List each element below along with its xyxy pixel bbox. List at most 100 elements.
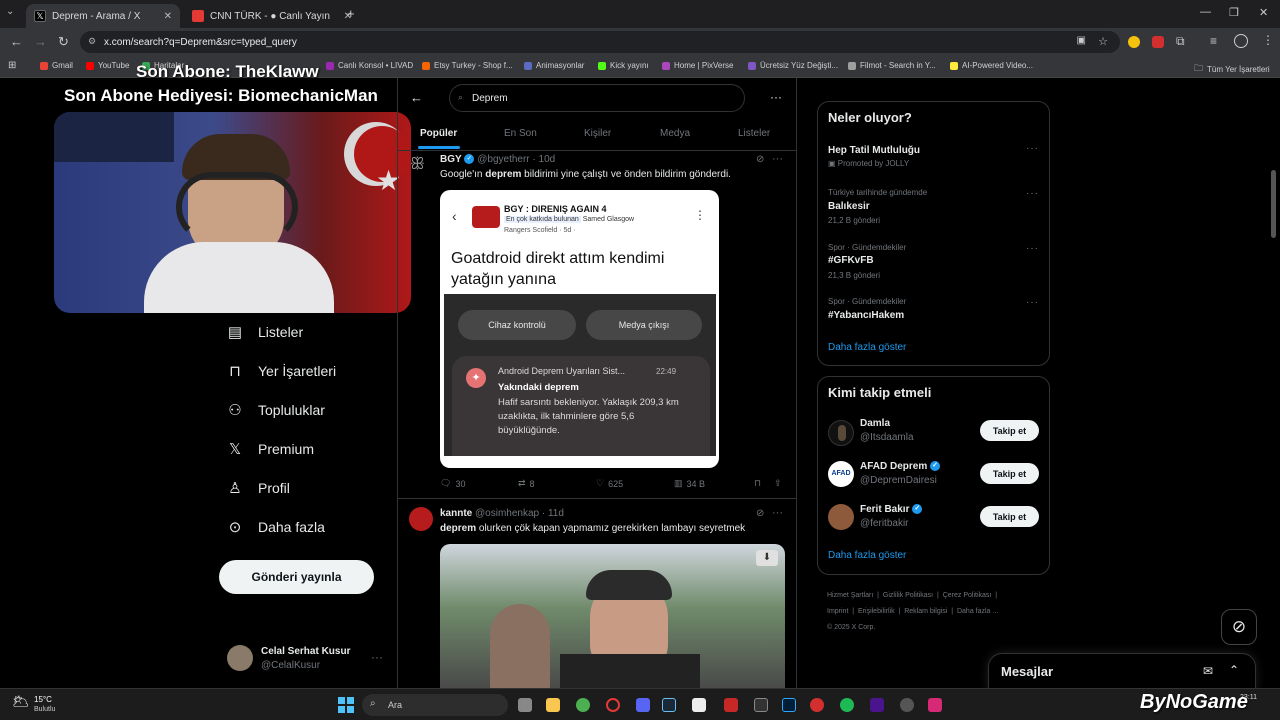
- tweet-handle[interactable]: @osimhenkap: [475, 508, 539, 519]
- file-explorer-icon[interactable]: [546, 698, 560, 712]
- nav-bookmarks[interactable]: ⊓ Yer İşaretleri: [226, 362, 336, 380]
- bookmark-gmail[interactable]: Gmail: [40, 61, 73, 70]
- tweet-time[interactable]: · 10d: [532, 154, 555, 165]
- trend-item[interactable]: #GFKvFB: [828, 255, 874, 266]
- nav-communities[interactable]: ⚇ Topluluklar: [226, 401, 325, 419]
- tweet-more-icon[interactable]: ···: [772, 153, 783, 165]
- task-view-icon[interactable]: [518, 698, 532, 712]
- trend-more-icon[interactable]: ···: [1026, 188, 1039, 199]
- bookmark-youtube[interactable]: YouTube: [86, 61, 129, 70]
- opera-icon[interactable]: [606, 698, 620, 712]
- tab-search-icon[interactable]: ⌄: [6, 6, 14, 17]
- obs-icon[interactable]: [900, 698, 914, 712]
- follow-show-more[interactable]: Daha fazla göster: [828, 550, 906, 561]
- share-button[interactable]: ⇪: [774, 478, 782, 489]
- menu-icon[interactable]: ⋮: [1262, 33, 1274, 47]
- tweet-handle[interactable]: @bgyetherr: [477, 154, 529, 165]
- tweet-author[interactable]: BGY: [440, 154, 462, 165]
- follow-button[interactable]: Takip et: [980, 506, 1039, 527]
- trend-more-icon[interactable]: ···: [1026, 143, 1039, 154]
- tab-popular[interactable]: Popüler: [420, 128, 457, 139]
- search-settings-icon[interactable]: ···: [770, 90, 782, 104]
- tab-lists[interactable]: Listeler: [738, 128, 770, 139]
- avatar[interactable]: [227, 645, 253, 671]
- apps-grid-icon[interactable]: ⊞: [8, 60, 16, 71]
- taskbar-search[interactable]: ⌕ Ara: [362, 694, 508, 716]
- bookmark-kick[interactable]: Kick yayını: [598, 61, 649, 70]
- epic-games-icon[interactable]: [754, 698, 768, 712]
- follow-button[interactable]: Takip et: [980, 420, 1039, 441]
- trend-item[interactable]: Balıkesir: [828, 201, 870, 212]
- tab-people[interactable]: Kişiler: [584, 128, 611, 139]
- follow-button[interactable]: Takip et: [980, 463, 1039, 484]
- repost-button[interactable]: ⇄ 8: [518, 478, 535, 489]
- puzzle-icon[interactable]: ⧉: [1176, 34, 1185, 49]
- install-icon[interactable]: ▣: [1077, 35, 1086, 46]
- tweet-author[interactable]: kannte: [440, 508, 472, 519]
- bookmark-face-swap[interactable]: Ücretsiz Yüz Değişti...: [748, 61, 838, 70]
- avatar[interactable]: [828, 504, 854, 530]
- scrollbar-thumb[interactable]: [1271, 170, 1276, 238]
- back-arrow-icon[interactable]: ←: [410, 90, 423, 105]
- trend-item[interactable]: Hep Tatil Mutluluğu: [828, 145, 920, 156]
- bookmark-livad[interactable]: Canlı Konsol • LIVAD: [326, 61, 413, 70]
- app-icon[interactable]: [724, 698, 738, 712]
- instagram-icon[interactable]: [928, 698, 942, 712]
- grok-button-icon[interactable]: ⊘: [1221, 609, 1257, 645]
- trend-more-icon[interactable]: ···: [1026, 297, 1039, 308]
- star-icon[interactable]: ☆: [1098, 35, 1108, 48]
- extension-icon[interactable]: [1152, 36, 1164, 48]
- back-icon[interactable]: ←: [10, 34, 23, 49]
- site-info-icon[interactable]: ⚙: [88, 36, 96, 47]
- reading-list-icon[interactable]: ≡: [1210, 34, 1217, 48]
- grok-icon[interactable]: ⊘: [756, 508, 764, 519]
- new-message-icon[interactable]: ✉: [1203, 664, 1213, 678]
- follow-name[interactable]: Ferit Bakır ✓: [860, 504, 923, 515]
- bookmark-ai-video[interactable]: AI-Powered Video...: [950, 61, 1033, 70]
- tweet-video[interactable]: ⬇: [440, 544, 785, 688]
- steam-icon[interactable]: [662, 698, 676, 712]
- footer-link[interactable]: Çerez Politikası: [943, 592, 992, 599]
- app-icon[interactable]: [870, 698, 884, 712]
- bookmark-filmot[interactable]: Filmot - Search in Y...: [848, 61, 936, 70]
- tab-latest[interactable]: En Son: [504, 128, 537, 139]
- footer-link[interactable]: Gizlilik Politikası: [883, 592, 933, 599]
- trends-show-more[interactable]: Daha fazla göster: [828, 342, 906, 353]
- all-bookmarks[interactable]: 🗀 Tüm Yer İşaretleri: [1194, 61, 1270, 77]
- follow-name[interactable]: Damla: [860, 418, 890, 429]
- search-input[interactable]: ⌕ Deprem: [449, 84, 745, 112]
- like-button[interactable]: ♡ 625: [596, 478, 623, 489]
- windows-start-icon[interactable]: [338, 697, 354, 713]
- avatar[interactable]: [409, 507, 433, 531]
- avatar[interactable]: ꕥ: [410, 156, 432, 178]
- extension-icon[interactable]: [1128, 36, 1140, 48]
- nav-lists[interactable]: ▤ Listeler: [226, 323, 303, 341]
- weather-temp[interactable]: 15°C: [34, 695, 52, 704]
- follow-name[interactable]: AFAD Deprem ✓: [860, 461, 941, 472]
- trend-more-icon[interactable]: ···: [1026, 243, 1039, 254]
- maximize-icon[interactable]: ❐: [1229, 6, 1239, 19]
- tab-cnn[interactable]: CNN TÜRK - ● Canlı Yayın ✕: [184, 4, 360, 28]
- footer-link[interactable]: Hizmet Şartları: [827, 592, 873, 599]
- tweet-image[interactable]: ‹ BGY : DIRENIŞ AGAIN 4 En çok katkıda b…: [440, 190, 719, 468]
- nav-premium[interactable]: 𝕏 Premium: [226, 440, 314, 458]
- views-button[interactable]: ▥ 34 B: [674, 478, 705, 489]
- expand-icon[interactable]: ⌃: [1229, 663, 1239, 677]
- nav-more[interactable]: ⊙ Daha fazla: [226, 518, 325, 536]
- minimize-icon[interactable]: —: [1200, 6, 1211, 18]
- tweet-time[interactable]: · 11d: [542, 508, 564, 519]
- app-icon[interactable]: [810, 698, 824, 712]
- bookmark-etsy[interactable]: Etsy Turkey - Shop f...: [422, 61, 513, 70]
- footer-link[interactable]: Erişilebilirlik: [858, 608, 895, 615]
- tweet-more-icon[interactable]: ···: [772, 507, 783, 519]
- footer-link[interactable]: Reklam bilgisi: [904, 608, 947, 615]
- trend-item[interactable]: #YabancıHakem: [828, 310, 904, 321]
- messages-drawer[interactable]: Mesajlar ✉ ⌃: [988, 653, 1256, 693]
- reply-button[interactable]: 🗨 30: [440, 478, 465, 489]
- footer-link[interactable]: Imprint: [827, 608, 848, 615]
- photoshop-icon[interactable]: [782, 698, 796, 712]
- post-button[interactable]: Gönderi yayınla: [219, 560, 374, 594]
- grok-icon[interactable]: ⊘: [756, 154, 764, 165]
- footer-link[interactable]: Daha fazla ...: [957, 608, 998, 615]
- reload-icon[interactable]: ↻: [58, 34, 69, 50]
